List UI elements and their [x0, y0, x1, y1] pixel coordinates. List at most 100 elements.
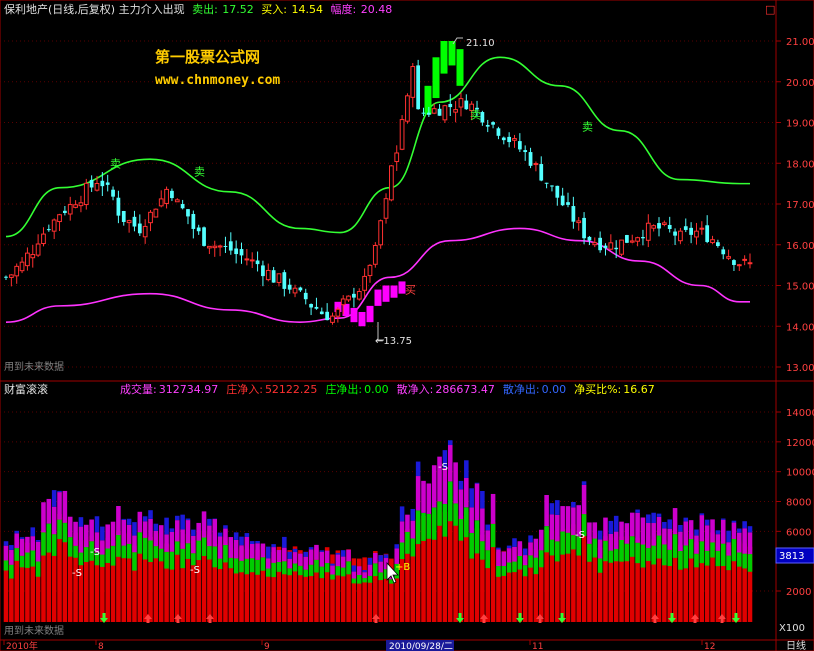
- candle-body: [442, 105, 448, 121]
- volume-bar-segment: [651, 512, 656, 524]
- volume-bar-segment: [699, 515, 705, 542]
- volume-bar-segment: [512, 546, 517, 562]
- volume-bar-segment: [340, 556, 346, 568]
- volume-bar-segment: [587, 522, 592, 544]
- volume-bar: [330, 554, 335, 622]
- volume-bar: [512, 538, 517, 622]
- candle-body: [635, 237, 640, 242]
- volume-bar-segment: [694, 529, 699, 536]
- candle-body: [742, 258, 748, 261]
- volume-bar-segment: [715, 534, 721, 551]
- chart-window[interactable]: 保利地产(日线,后复权) 主力介入出现 卖出: 17.52 买入: 14.54 …: [0, 0, 814, 651]
- volume-bar: [592, 522, 598, 622]
- volume-bar: [522, 548, 528, 622]
- volume-bar-segment: [137, 532, 143, 554]
- volume-bar: [265, 546, 271, 622]
- volume-stat-label: 净买比%:: [574, 382, 621, 396]
- volume-bar-segment: [356, 574, 362, 584]
- volume-bar-segment: [608, 533, 614, 551]
- volume-bar: [62, 490, 68, 622]
- volume-bar-segment: [142, 521, 148, 538]
- price-tick-label: 14.00: [786, 322, 814, 333]
- volume-bar-segment: [319, 551, 325, 567]
- volume-bar-segment: [704, 519, 710, 526]
- period-label[interactable]: 日线: [786, 639, 806, 651]
- candle-body: [641, 237, 645, 239]
- volume-bar-segment: [148, 510, 153, 519]
- candle-body: [405, 95, 410, 122]
- volume-bar-segment: [94, 516, 100, 533]
- volume-bar-segment: [30, 550, 36, 567]
- volume-bar-segment: [726, 530, 731, 543]
- volume-bar-segment: [25, 536, 30, 553]
- volume-bar-segment: [169, 528, 175, 532]
- close-window-icon[interactable]: □: [765, 3, 775, 16]
- volume-bar: [255, 541, 260, 622]
- volume-bar-segment: [731, 522, 737, 539]
- candle-body: [512, 138, 517, 141]
- volume-bar-segment: [662, 521, 667, 529]
- candle-body: [507, 136, 512, 143]
- volume-bar: [646, 514, 651, 622]
- candle-body: [661, 222, 667, 225]
- volume-bar-segment: [490, 493, 496, 524]
- volume-bar-segment: [19, 537, 25, 539]
- volume-bar: [506, 545, 512, 622]
- volume-bar-segment: [431, 465, 437, 508]
- candle-body: [319, 311, 324, 315]
- volume-bar-segment: [415, 461, 421, 477]
- volume-bar-segment: [308, 547, 314, 550]
- volume-signal-label: -S: [90, 547, 100, 558]
- volume-bar: [560, 506, 565, 622]
- candle-body: [528, 152, 533, 166]
- volume-bar-segment: [485, 524, 491, 531]
- candle: [416, 59, 421, 110]
- price-future-note: 用到未来数据: [4, 360, 64, 373]
- buy-zone-bar: [374, 289, 382, 306]
- volume-bar-segment: [303, 556, 309, 570]
- volume-bar-segment: [164, 551, 169, 569]
- volume-bar-segment: [603, 540, 608, 562]
- volume-bar-segment: [298, 565, 303, 576]
- watermark-title: 第一股票公式网: [155, 48, 260, 66]
- volume-bar-segment: [148, 540, 153, 563]
- signal-marker-label: 卖: [110, 157, 121, 170]
- volume-bar-segment: [14, 548, 19, 561]
- volume-bar-segment: [431, 507, 437, 540]
- price-tick-label: 18.00: [786, 159, 814, 170]
- sell-zone-bar: [448, 41, 456, 66]
- volume-bar-segment: [619, 521, 624, 541]
- volume-bar-segment: [100, 554, 105, 567]
- watermark-url: www.chnmoney.com: [155, 73, 280, 88]
- volume-bar: [683, 517, 689, 622]
- volume-bar: [694, 529, 699, 622]
- volume-bar-segment: [624, 523, 630, 544]
- volume-bar-segment: [35, 540, 41, 542]
- volume-bar: [164, 517, 169, 622]
- volume-bar-segment: [447, 481, 453, 522]
- volume-bar: [453, 462, 458, 622]
- volume-bar-segment: [84, 547, 89, 562]
- volume-bar-segment: [538, 529, 544, 551]
- volume-bar-segment: [688, 520, 694, 540]
- volume-bar-segment: [191, 553, 196, 566]
- price-tick-label: 15.00: [786, 282, 814, 293]
- signal-marker-label: 卖: [582, 121, 593, 134]
- volume-bar-segment: [608, 520, 614, 534]
- volume-bar-segment: [742, 521, 747, 529]
- volume-bar: [57, 490, 62, 622]
- volume-bar: [742, 521, 747, 622]
- volume-stat-value: 16.67: [623, 383, 655, 396]
- volume-bar: [319, 550, 325, 622]
- volume-bar-segment: [683, 521, 689, 546]
- volume-bar: [624, 522, 630, 622]
- volume-bar: [726, 530, 731, 622]
- volume-bar-segment: [330, 574, 335, 580]
- candle-body: [191, 213, 196, 229]
- volume-bar-segment: [528, 555, 533, 568]
- volume-bar-segment: [656, 535, 662, 559]
- volume-bar-segment: [346, 549, 351, 562]
- volume-bar: [431, 465, 437, 622]
- volume-bar-segment: [415, 476, 421, 511]
- candle-body: [298, 287, 303, 291]
